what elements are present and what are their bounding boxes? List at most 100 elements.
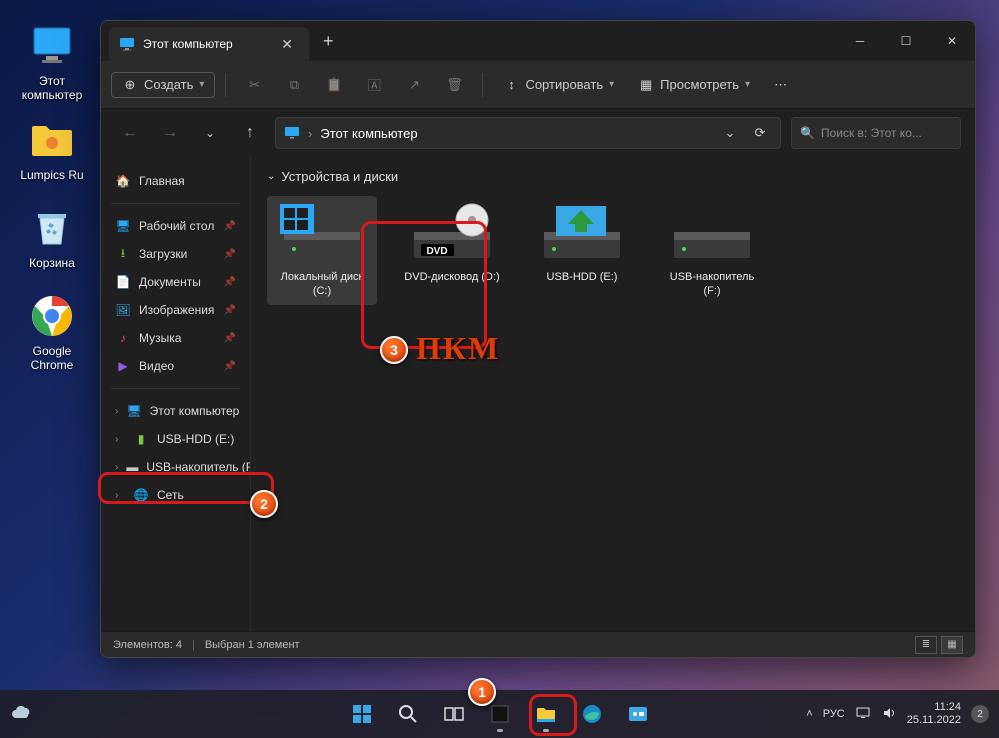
pin-icon: 📌 <box>224 361 236 372</box>
language-indicator[interactable]: РУС <box>823 708 845 720</box>
sidebar-item-desktop[interactable]: 🖥Рабочий стол📌 <box>107 212 244 240</box>
tray-expand-button[interactable]: ˄ <box>806 708 812 720</box>
tab-close-button[interactable]: ✕ <box>275 34 299 55</box>
drive-label: DVD-дисковод (D:) <box>404 270 499 284</box>
paste-button[interactable]: 📋 <box>316 71 352 99</box>
drive-label: USB-накопитель (F:) <box>663 270 761 299</box>
sidebar-item-videos[interactable]: ▶Видео📌 <box>107 352 244 380</box>
notifications-button[interactable]: 2 <box>971 705 989 723</box>
drive-usb-hdd-e[interactable]: USB-HDD (E:) <box>527 196 637 305</box>
file-explorer-icon <box>534 702 558 726</box>
explorer-tab[interactable]: Этот компьютер ✕ <box>109 27 309 61</box>
drive-icon: ▮ <box>133 431 149 447</box>
dvd-drive-icon: DVD <box>408 202 496 262</box>
address-dropdown-button[interactable]: ⌄ <box>718 121 742 145</box>
desktop-icon-recycle-bin[interactable]: Корзина <box>14 204 90 270</box>
pictures-icon: 🖼 <box>115 302 131 318</box>
expander-icon[interactable]: › <box>115 490 125 501</box>
view-button[interactable]: ▦ Просмотреть ▾ <box>628 71 760 99</box>
sidebar-item-label: USB-HDD (E:) <box>157 432 234 446</box>
new-tab-button[interactable]: + <box>309 31 348 52</box>
sidebar-item-usb-drive[interactable]: ›▬USB-накопитель (F <box>107 453 244 481</box>
sidebar-item-music[interactable]: ♪Музыка📌 <box>107 324 244 352</box>
forward-button[interactable]: → <box>155 118 185 148</box>
address-location: Этот компьютер <box>320 126 417 141</box>
copy-button[interactable]: ⧉ <box>276 71 312 99</box>
refresh-button[interactable]: ⟳ <box>748 121 772 145</box>
delete-button[interactable]: 🗑 <box>436 71 472 99</box>
copy-icon: ⧉ <box>286 77 302 93</box>
back-button[interactable]: ← <box>115 118 145 148</box>
close-button[interactable]: ✕ <box>929 21 975 61</box>
desktop-icon-lumpics[interactable]: Lumpics Ru <box>14 116 90 182</box>
cut-button[interactable]: ✂ <box>236 71 272 99</box>
address-bar[interactable]: › Этот компьютер ⌄ ⟳ <box>275 117 781 149</box>
sidebar-item-pictures[interactable]: 🖼Изображения📌 <box>107 296 244 324</box>
expander-icon[interactable]: › <box>115 462 118 473</box>
taskbar-app-2[interactable] <box>618 694 658 734</box>
drive-dvd-d[interactable]: DVD DVD-дисковод (D:) <box>397 196 507 305</box>
titlebar[interactable]: Этот компьютер ✕ + ─ ☐ ✕ <box>101 21 975 61</box>
file-explorer-window: Этот компьютер ✕ + ─ ☐ ✕ ⊕ Создать ▾ ✂ ⧉… <box>100 20 976 658</box>
separator <box>482 73 483 97</box>
section-header-devices[interactable]: ⌄ Устройства и диски <box>267 169 959 184</box>
rename-icon: 🄰 <box>366 77 382 93</box>
sidebar-item-network[interactable]: ›🌐Сеть <box>107 481 244 509</box>
start-button[interactable] <box>342 694 382 734</box>
search-button[interactable] <box>388 694 428 734</box>
expander-icon[interactable]: › <box>115 434 125 445</box>
task-view-icon <box>442 702 466 726</box>
pin-icon: 📌 <box>224 249 236 260</box>
volume-icon[interactable] <box>881 705 897 724</box>
task-view-button[interactable] <box>434 694 474 734</box>
up-button[interactable]: ↑ <box>235 118 265 148</box>
trash-icon: 🗑 <box>446 77 462 93</box>
desktop-icon-label: Lumpics Ru <box>20 168 83 182</box>
edge-icon <box>580 702 604 726</box>
recent-locations-button[interactable]: ⌄ <box>195 118 225 148</box>
search-input[interactable]: 🔍 Поиск в: Этот ко... <box>791 117 961 149</box>
content-pane[interactable]: ⌄ Устройства и диски Локальный диск (C:) <box>251 157 975 631</box>
sidebar-item-downloads[interactable]: ⭳Загрузки📌 <box>107 240 244 268</box>
share-button[interactable]: ↗ <box>396 71 432 99</box>
chevron-down-icon: ▾ <box>199 79 204 90</box>
weather-widget[interactable] <box>10 702 34 726</box>
paste-icon: 📋 <box>326 77 342 93</box>
date: 25.11.2022 <box>907 714 961 727</box>
icons-view-button[interactable]: ▦ <box>941 636 963 654</box>
sidebar-item-documents[interactable]: 📄Документы📌 <box>107 268 244 296</box>
drive-usb-f[interactable]: USB-накопитель (F:) <box>657 196 767 305</box>
drive-label: USB-HDD (E:) <box>547 270 618 284</box>
rename-button[interactable]: 🄰 <box>356 71 392 99</box>
maximize-button[interactable]: ☐ <box>883 21 929 61</box>
sidebar-item-this-pc[interactable]: ›🖥Этот компьютер <box>107 397 244 425</box>
status-count: Элементов: 4 <box>113 639 182 651</box>
more-button[interactable]: ⋯ <box>764 71 797 99</box>
clock[interactable]: 11:24 25.11.2022 <box>907 701 961 726</box>
navigation-pane: 🏠 Главная 🖥Рабочий стол📌 ⭳Загрузки📌 📄Док… <box>101 157 251 631</box>
pin-icon: 📌 <box>224 277 236 288</box>
desktop-icon-this-pc[interactable]: Этот компьютер <box>14 22 90 102</box>
downloads-icon: ⭳ <box>115 246 131 262</box>
chevron-down-icon: ⌄ <box>267 171 275 182</box>
drive-label: Локальный диск (C:) <box>273 270 371 299</box>
taskbar-file-explorer[interactable] <box>526 694 566 734</box>
monitor-icon <box>28 22 76 70</box>
sidebar-item-label: Этот компьютер <box>150 404 240 418</box>
network-icon[interactable] <box>855 705 871 724</box>
details-view-button[interactable]: ≣ <box>915 636 937 654</box>
desktop-icon-chrome[interactable]: Google Chrome <box>14 292 90 372</box>
sidebar-item-usb-hdd[interactable]: › ▮ USB-HDD (E:) <box>107 425 244 453</box>
taskbar-edge[interactable] <box>572 694 612 734</box>
expander-icon[interactable]: › <box>115 406 118 417</box>
desktop-icon-label: Google Chrome <box>14 344 90 372</box>
new-button[interactable]: ⊕ Создать ▾ <box>111 72 215 98</box>
drive-local-c[interactable]: Локальный диск (C:) <box>267 196 377 305</box>
sidebar-item-label: Музыка <box>139 331 181 345</box>
minimize-button[interactable]: ─ <box>837 21 883 61</box>
sidebar-item-home[interactable]: 🏠 Главная <box>107 167 244 195</box>
svg-text:DVD: DVD <box>426 246 447 257</box>
time: 11:24 <box>907 701 961 714</box>
sort-button[interactable]: ↕ Сортировать ▾ <box>493 71 624 99</box>
windows-icon <box>350 702 374 726</box>
